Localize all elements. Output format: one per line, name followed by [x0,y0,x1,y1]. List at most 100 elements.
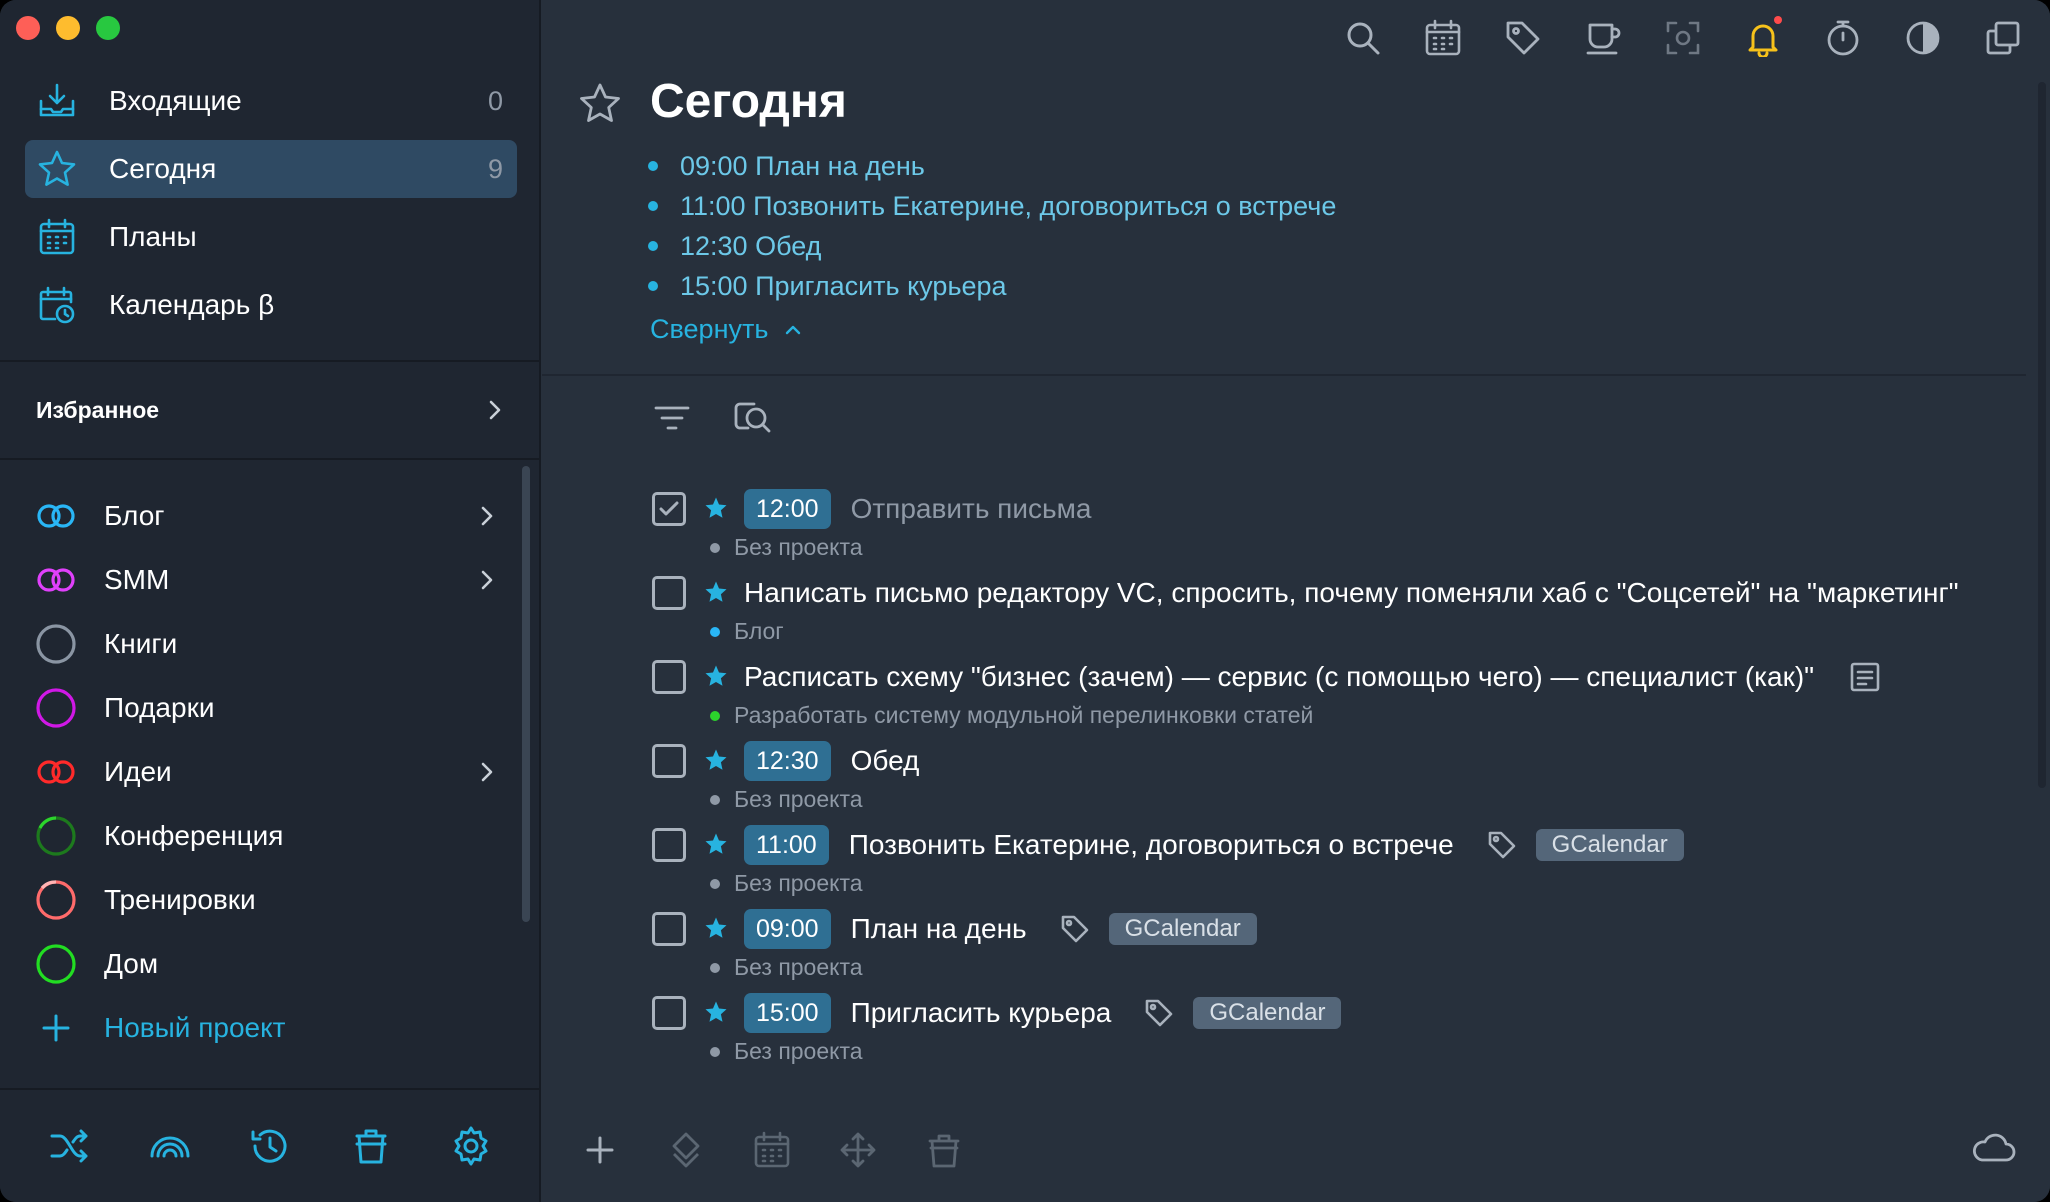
star-filled-icon[interactable] [704,1000,728,1024]
task-row[interactable]: 12:30 Обед Без проекта [652,738,2032,822]
task-row[interactable]: 12:00 Отправить письма Без проекта [652,486,2032,570]
star-filled-icon[interactable] [704,748,728,772]
project-item-smm[interactable]: SMM [34,548,494,612]
time-badge: 15:00 [744,993,831,1033]
bullet [648,201,658,211]
task-project: Без проекта [710,1038,863,1065]
agenda-item[interactable]: 12:30 Обед [648,226,1336,266]
calendar-icon[interactable] [1424,18,1462,58]
project-dot [710,794,720,805]
chevron-right-icon[interactable] [474,568,498,592]
inbox-icon [35,79,79,123]
task-row[interactable]: Расписать схему "бизнес (зачем) — сервис… [652,654,2032,738]
projects-list: Блог SMM Книги Подарки Идеи Конференция … [34,484,494,1060]
circle-icon [34,686,78,730]
sidebar-item-label: Входящие [109,85,242,116]
task-checkbox[interactable] [652,744,686,778]
task-project: Без проекта [710,534,863,561]
task-title: Обед [850,745,920,776]
project-item-gifts[interactable]: Подарки [34,676,494,740]
cloud-sync-icon[interactable] [1970,1128,2016,1168]
search-tasks-icon[interactable] [730,396,774,440]
project-item-blog[interactable]: Блог [34,484,494,548]
minimize-window-button[interactable] [56,16,80,40]
task-row[interactable]: 09:00 План на день GCalendar Без проекта [652,906,2032,990]
agenda-text: 11:00 Позвонить Екатерине, договориться … [680,190,1337,221]
coffee-icon[interactable] [1584,18,1622,58]
delete-task-icon[interactable] [922,1128,966,1172]
rainbow-icon[interactable] [147,1123,193,1169]
task-checkbox[interactable] [652,576,686,610]
sidebar-item-inbox[interactable]: Входящие 0 [25,72,517,130]
history-icon[interactable] [247,1123,293,1169]
star-filled-icon[interactable] [704,664,728,688]
project-item-conference[interactable]: Конференция [34,804,494,868]
filter-icon[interactable] [650,396,694,440]
focus-icon[interactable] [1664,18,1702,58]
sidebar-bottom-bar [0,1090,541,1202]
bell-icon[interactable] [1744,16,1782,58]
time-badge: 11:00 [744,825,829,865]
project-item-workouts[interactable]: Тренировки [34,868,494,932]
task-checkbox[interactable] [652,996,686,1030]
tag-badge[interactable]: GCalendar [1535,829,1684,861]
note-icon[interactable] [1848,660,1882,694]
sidebar-scrollbar[interactable] [522,466,530,922]
chevron-right-icon[interactable] [474,504,498,528]
project-item-books[interactable]: Книги [34,612,494,676]
trash-icon[interactable] [348,1123,394,1169]
task-checkbox[interactable] [652,912,686,946]
collapse-button[interactable]: Свернуть [650,314,802,345]
new-project-button[interactable]: Новый проект [34,996,494,1060]
project-item-ideas[interactable]: Идеи [34,740,494,804]
sidebar-item-label: Сегодня [109,153,217,184]
star-filled-icon[interactable] [704,580,728,604]
sidebar-item-today[interactable]: Сегодня 9 [25,140,517,198]
task-checkbox-checked[interactable] [652,492,686,526]
project-dot [710,1046,720,1057]
divider [0,360,541,362]
star-filled-icon[interactable] [704,496,728,520]
task-checkbox[interactable] [652,828,686,862]
agenda-item[interactable]: 15:00 Пригласить курьера [648,266,1336,306]
schedule-icon[interactable] [750,1128,794,1172]
star-filled-icon[interactable] [704,916,728,940]
sidebar-item-calendar[interactable]: Календарь β [25,276,517,334]
zoom-window-button[interactable] [96,16,120,40]
tag-icon [1061,915,1088,943]
project-item-home[interactable]: Дом [34,932,494,996]
task-project-label: Без проекта [734,870,863,896]
close-window-button[interactable] [16,16,40,40]
task-row[interactable]: 15:00 Пригласить курьера GCalendar Без п… [652,990,2032,1074]
move-icon[interactable] [836,1128,880,1172]
tag-badge[interactable]: GCalendar [1193,997,1342,1029]
favorites-section[interactable]: Избранное [36,390,506,430]
main-panel: Сегодня 09:00 План на день 11:00 Позвони… [542,0,2050,1202]
timer-icon[interactable] [1824,18,1862,58]
task-row[interactable]: Написать письмо редактору VC, спросить, … [652,570,2032,654]
tag-badge[interactable]: GCalendar [1108,913,1257,945]
sidebar-item-plans[interactable]: Планы [25,208,517,266]
agenda-item[interactable]: 11:00 Позвонить Екатерине, договориться … [648,186,1336,226]
search-icon[interactable] [1344,18,1382,58]
contrast-icon[interactable] [1904,18,1942,58]
main-scrollbar[interactable] [2038,82,2046,788]
agenda-item[interactable]: 09:00 План на день [648,146,1336,186]
task-list: 12:00 Отправить письма Без проекта Напис… [652,486,2032,1074]
project-dot [710,962,720,973]
tag-icon[interactable] [1504,18,1542,58]
task-checkbox[interactable] [652,660,686,694]
star-filled-icon[interactable] [704,832,728,856]
chevron-right-icon[interactable] [474,760,498,784]
star-outline-icon[interactable] [578,82,622,126]
bullet [648,161,658,171]
task-row[interactable]: 11:00 Позвонить Екатерине, договориться … [652,822,2032,906]
windows-icon[interactable] [1984,18,2022,58]
sidebar-nav: Входящие 0 Сегодня 9 Планы Календарь β [25,72,517,344]
settings-icon[interactable] [448,1123,494,1169]
move-layers-icon[interactable] [664,1128,708,1172]
star-icon [35,147,79,191]
shuffle-icon[interactable] [47,1123,93,1169]
sidebar: Входящие 0 Сегодня 9 Планы Календарь β И… [0,0,541,1202]
add-task-icon[interactable] [578,1128,622,1172]
